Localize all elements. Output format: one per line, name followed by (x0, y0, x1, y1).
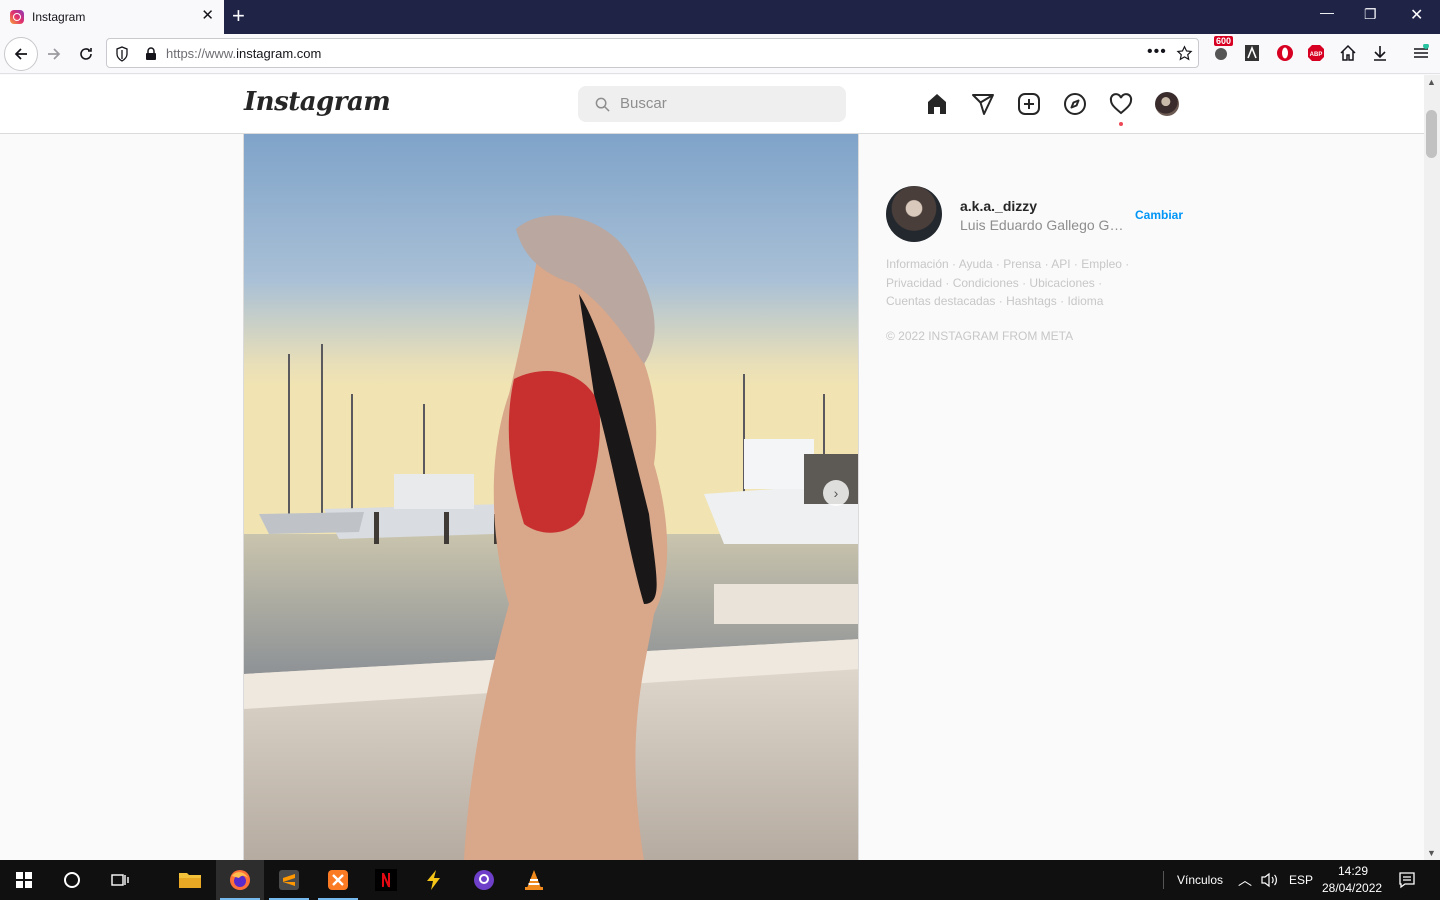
taskbar-firefox[interactable] (216, 860, 264, 900)
activity-heart-icon[interactable] (1109, 92, 1133, 116)
speaker-icon[interactable] (1260, 872, 1278, 888)
shield-icon[interactable] (115, 46, 129, 62)
footer-link[interactable]: Ubicaciones (1029, 276, 1094, 290)
tab-title: Instagram (32, 10, 86, 24)
new-post-icon[interactable] (1017, 92, 1041, 116)
folder-icon (179, 873, 201, 888)
taskbar-xampp[interactable] (314, 860, 362, 900)
back-button[interactable] (4, 37, 38, 71)
notifications-icon[interactable] (1398, 871, 1416, 889)
extension-grammar-icon[interactable] (1244, 44, 1262, 62)
carousel-next-button[interactable]: › (823, 480, 849, 506)
lock-icon[interactable] (145, 47, 157, 61)
footer-link[interactable]: Cuentas destacadas (886, 294, 995, 308)
svg-text:ABP: ABP (1310, 52, 1323, 58)
footer-links: Información · Ayuda · Prensa · API · Emp… (886, 257, 1130, 308)
back-arrow-icon (14, 48, 27, 60)
home-button-icon[interactable] (1339, 44, 1357, 62)
extension-mask-icon[interactable]: 600 (1212, 36, 1234, 62)
instagram-logo[interactable]: Instagram (244, 87, 391, 117)
downloads-icon[interactable] (1371, 44, 1389, 62)
search-box[interactable] (578, 86, 846, 122)
sidebar-avatar[interactable] (886, 186, 942, 242)
windows-taskbar: Vínculos ︿ ESP 14:29 28/04/2022 (0, 860, 1440, 900)
footer-link[interactable]: Prensa (1003, 257, 1041, 271)
restore-icon[interactable]: ❐ (1364, 6, 1377, 23)
sidebar-username[interactable]: a.k.a._dizzy (960, 198, 1037, 214)
windows-logo-icon (16, 872, 32, 888)
footer-link[interactable]: Empleo (1081, 257, 1122, 271)
chevron-up-icon[interactable]: ︿ (1238, 870, 1252, 890)
browser-tab-strip: Instagram ✕ + — ❐ ✕ (0, 0, 1440, 34)
minimize-icon[interactable]: — (1320, 4, 1334, 20)
chevron-right-icon: › (833, 485, 839, 501)
home-icon[interactable] (925, 92, 949, 116)
scroll-down-icon[interactable]: ▼ (1427, 848, 1436, 858)
new-tab-icon[interactable]: + (232, 5, 245, 27)
instagram-header: Instagram (0, 75, 1424, 134)
footer-link[interactable]: Ayuda (959, 257, 993, 271)
notification-dot (1119, 122, 1123, 126)
clock-date[interactable]: 28/04/2022 (1322, 881, 1382, 895)
copyright-text: © 2022 INSTAGRAM FROM META (886, 329, 1074, 343)
close-window-icon[interactable]: ✕ (1410, 5, 1423, 25)
firefox-icon (230, 870, 250, 890)
url-bar[interactable]: https://www.instagram.com ••• (106, 38, 1199, 68)
links-toolbar[interactable]: Vínculos (1177, 873, 1223, 887)
github-icon (474, 870, 494, 890)
netflix-icon (375, 869, 397, 891)
extension-badge: 600 (1214, 36, 1234, 46)
scroll-up-icon[interactable]: ▲ (1427, 77, 1436, 87)
url-text[interactable]: https://www.instagram.com (166, 46, 321, 61)
post-photo (244, 134, 858, 860)
language-indicator[interactable]: ESP (1289, 873, 1313, 887)
footer-link[interactable]: API (1051, 257, 1070, 271)
reload-button[interactable] (72, 40, 100, 68)
browser-tab[interactable]: Instagram ✕ (0, 0, 224, 34)
profile-avatar[interactable] (1155, 92, 1179, 116)
footer-link[interactable]: Condiciones (953, 276, 1019, 290)
footer-link[interactable]: Privacidad (886, 276, 942, 290)
start-button[interactable] (0, 860, 48, 900)
footer-link[interactable]: Información (886, 257, 949, 271)
sidebar-full-name: Luis Eduardo Gallego Gar... (960, 217, 1130, 233)
bookmark-star-icon[interactable] (1176, 45, 1193, 62)
feed-post-image[interactable]: › (243, 134, 859, 860)
cortana-circle-icon (64, 872, 80, 888)
forward-arrow-icon (48, 48, 61, 60)
taskbar-netflix[interactable] (362, 860, 410, 900)
task-view-button[interactable] (96, 860, 144, 900)
page-scrollbar[interactable]: ▲ ▼ (1424, 75, 1440, 860)
close-tab-icon[interactable]: ✕ (201, 8, 214, 24)
cortana-button[interactable] (48, 860, 96, 900)
browser-navbar: https://www.instagram.com ••• 600 ABP (0, 34, 1440, 74)
sublime-text-icon (279, 870, 299, 890)
taskbar-sublime-text[interactable] (265, 860, 313, 900)
xampp-icon (328, 870, 348, 890)
lightning-app-icon (427, 870, 440, 890)
taskbar-file-explorer[interactable] (166, 860, 214, 900)
adblock-plus-icon[interactable]: ABP (1307, 44, 1325, 62)
app-menu-icon[interactable] (1412, 43, 1430, 62)
opera-extension-icon[interactable] (1276, 44, 1294, 62)
footer-link[interactable]: Idioma (1067, 294, 1103, 308)
reload-icon (80, 48, 92, 60)
taskbar-github-desktop[interactable] (460, 860, 508, 900)
taskbar-divider (1163, 871, 1164, 889)
instagram-favicon-icon (10, 10, 24, 24)
scrollbar-thumb[interactable] (1426, 110, 1437, 158)
taskbar-winamp[interactable] (410, 860, 458, 900)
switch-account-button[interactable]: Cambiar (1135, 208, 1183, 222)
task-view-icon (111, 874, 129, 886)
search-icon (595, 97, 610, 112)
direct-message-icon[interactable] (971, 92, 995, 116)
explore-compass-icon[interactable] (1063, 92, 1087, 116)
taskbar-vlc[interactable] (510, 860, 558, 900)
page-actions-icon[interactable]: ••• (1147, 43, 1167, 61)
forward-button[interactable] (40, 40, 68, 68)
search-input[interactable] (620, 95, 820, 112)
clock-time[interactable]: 14:29 (1338, 864, 1368, 878)
vlc-cone-icon (525, 870, 543, 890)
footer-link[interactable]: Hashtags (1006, 294, 1057, 308)
